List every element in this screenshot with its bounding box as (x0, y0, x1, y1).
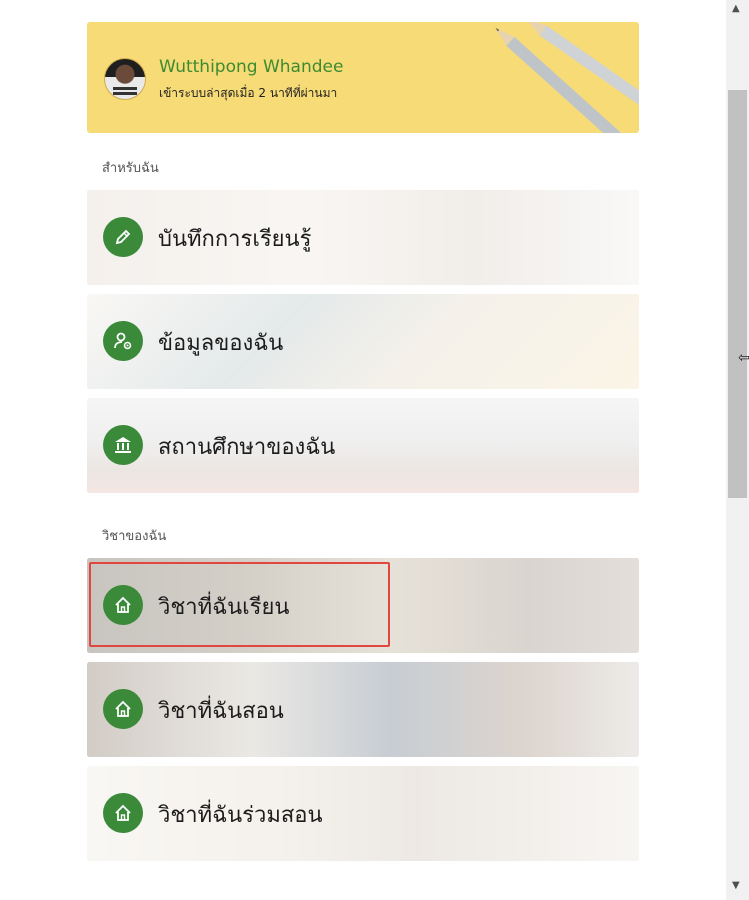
tile-subjects-i-teach[interactable]: วิชาที่ฉันสอน (87, 662, 639, 757)
tile-label: วิชาที่ฉันร่วมสอน (158, 803, 323, 828)
profile-card[interactable]: Wutthipong Whandee เข้าระบบล่าสุดเมื่อ 2… (87, 22, 639, 133)
tile-learning-record[interactable]: บันทึกการเรียนรู้ (87, 190, 639, 285)
mouse-cursor-icon: ⇦ (738, 350, 749, 366)
institution-icon (103, 425, 143, 465)
tile-my-info[interactable]: ข้อมูลของฉัน (87, 294, 639, 389)
section-label-for-me: สำหรับฉัน (102, 161, 159, 176)
last-login-text: เข้าระบบล่าสุดเมื่อ 2 นาทีที่ผ่านมา (159, 86, 338, 100)
section-label-my-subjects: วิชาของฉัน (102, 529, 167, 544)
user-gear-icon (103, 321, 143, 361)
scroll-down-arrow-icon[interactable]: ▼ (732, 880, 740, 891)
home-icon (103, 689, 143, 729)
tile-my-institution[interactable]: สถานศึกษาของฉัน (87, 398, 639, 493)
tile-subjects-i-coteach[interactable]: วิชาที่ฉันร่วมสอน (87, 766, 639, 861)
scroll-up-arrow-icon[interactable]: ▲ (732, 3, 740, 14)
tile-label: สถานศึกษาของฉัน (158, 435, 336, 460)
highlight-box (89, 562, 390, 647)
vertical-scrollbar[interactable]: ▲ ▼ (726, 0, 749, 900)
home-icon (103, 793, 143, 833)
pencils-decoration (495, 22, 639, 133)
scroll-thumb[interactable] (728, 90, 747, 498)
tile-label: วิชาที่ฉันสอน (158, 699, 284, 724)
tile-label: บันทึกการเรียนรู้ (158, 227, 312, 252)
tile-label: ข้อมูลของฉัน (158, 331, 284, 356)
pencil-icon (103, 217, 143, 257)
profile-name: Wutthipong Whandee (159, 57, 344, 77)
avatar (104, 58, 146, 100)
